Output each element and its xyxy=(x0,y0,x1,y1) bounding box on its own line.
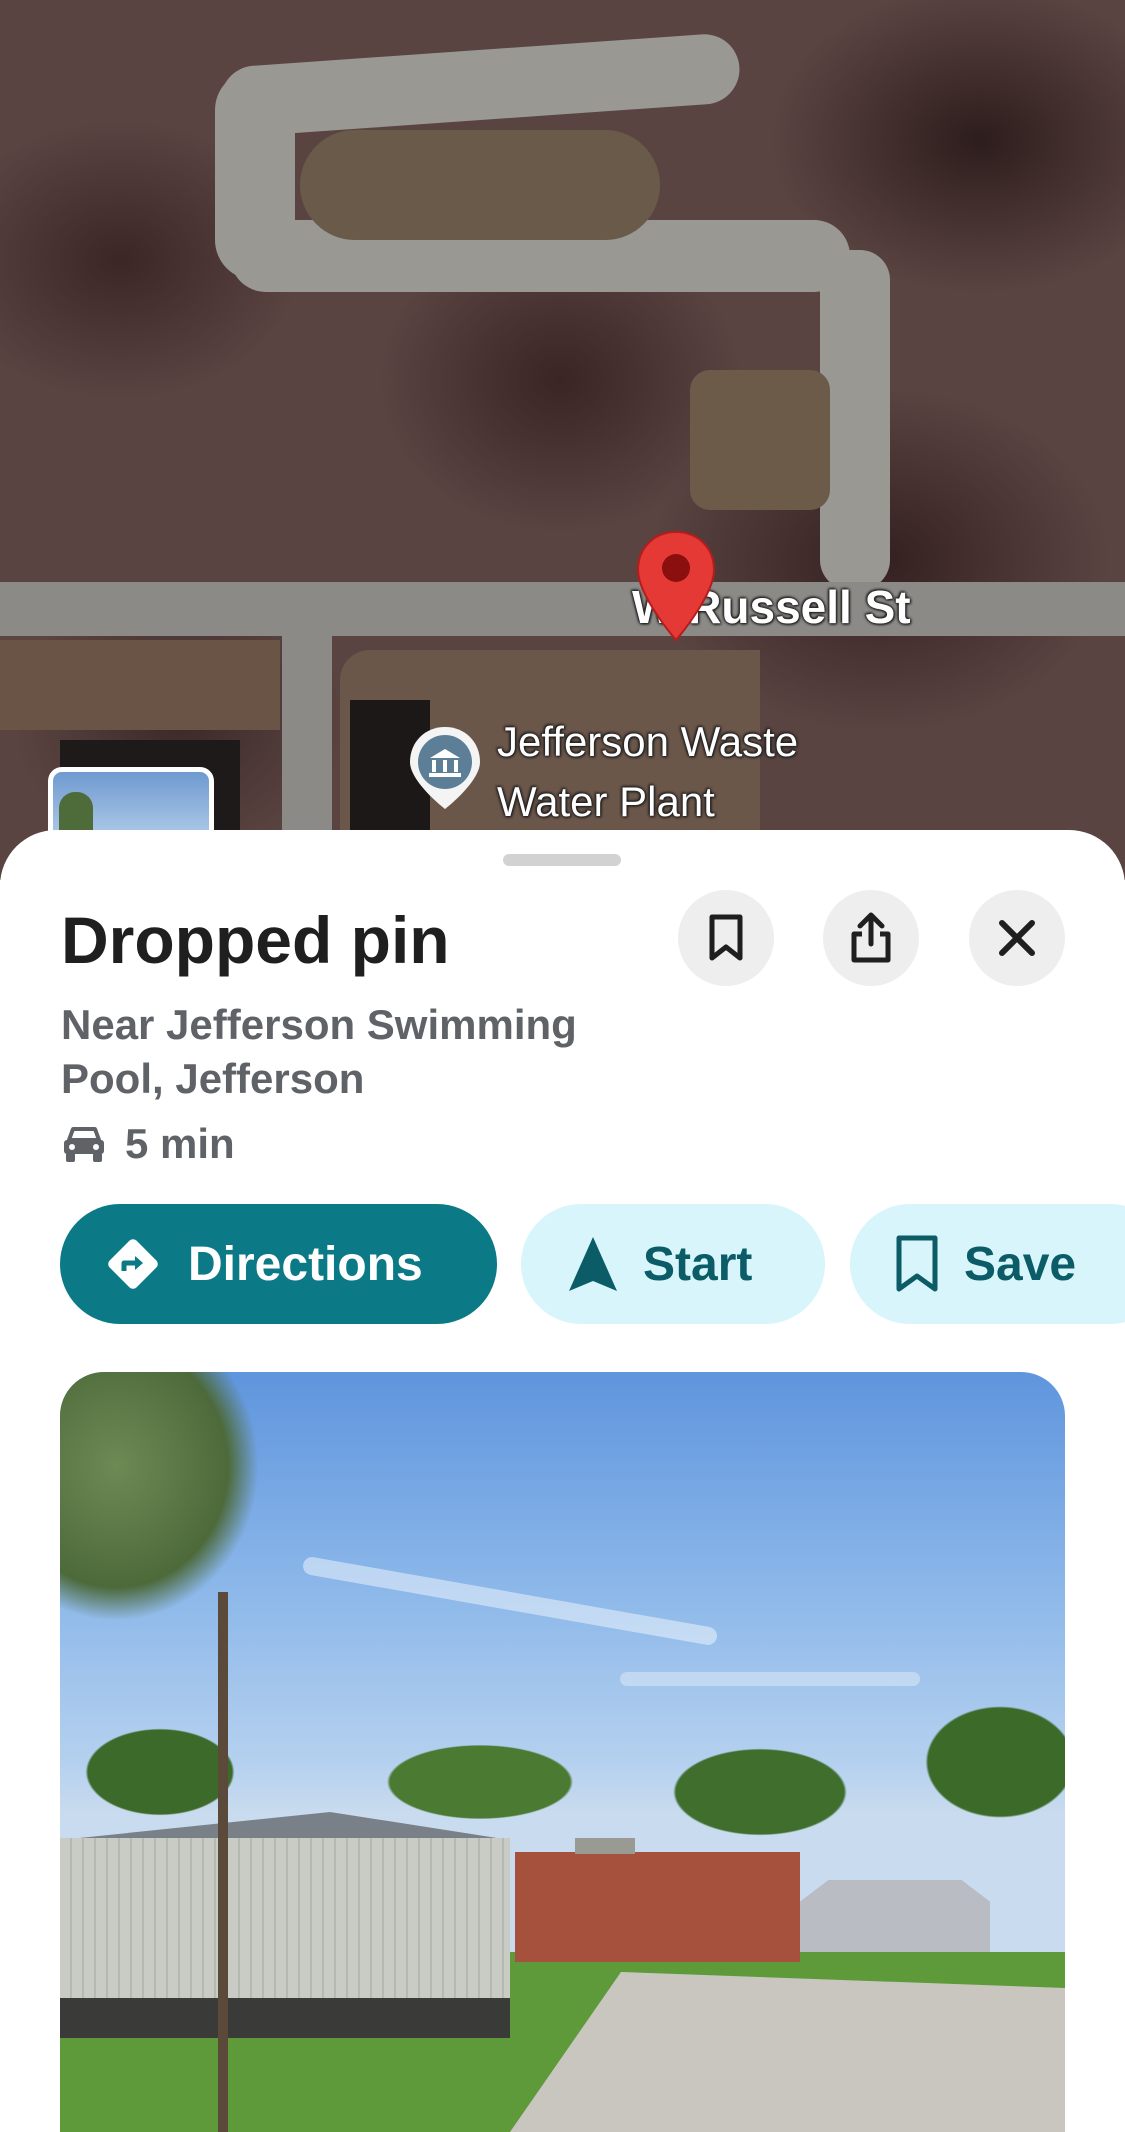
directions-icon xyxy=(108,1239,158,1289)
poi-label-line2: Water Plant xyxy=(497,778,715,825)
photo-barn xyxy=(60,1838,510,2008)
photo-barn-base xyxy=(60,1998,510,2038)
bookmark-icon xyxy=(896,1235,938,1292)
bookmark-button[interactable] xyxy=(678,890,774,986)
photo-treeline xyxy=(60,1702,1065,1842)
map-lawn xyxy=(690,370,830,510)
photo-utility-pole xyxy=(218,1592,228,2132)
photo-gray-building xyxy=(800,1880,990,1952)
photo-brick-building xyxy=(515,1852,800,1962)
eta-row: 5 min xyxy=(61,1120,235,1168)
place-subtitle: Near Jefferson Swimming Pool, Jefferson xyxy=(61,1001,577,1102)
start-button[interactable]: Start xyxy=(521,1204,825,1324)
map-road xyxy=(218,31,742,139)
close-icon xyxy=(999,920,1035,956)
map-lawn xyxy=(300,130,660,240)
map-lot xyxy=(0,640,280,730)
poi-label[interactable]: Jefferson Waste Water Plant xyxy=(497,712,798,832)
map-road xyxy=(820,250,890,590)
photo-cloud xyxy=(301,1555,719,1647)
share-button[interactable] xyxy=(823,890,919,986)
place-title: Dropped pin xyxy=(61,903,450,977)
close-button[interactable] xyxy=(969,890,1065,986)
photo-tree xyxy=(60,1372,260,1622)
satellite-map[interactable]: Jefferson Waste Water Plant W Russell St xyxy=(0,0,1125,880)
directions-label: Directions xyxy=(188,1237,423,1291)
poi-label-line1: Jefferson Waste xyxy=(497,718,799,765)
bookmark-icon xyxy=(709,914,743,961)
car-icon xyxy=(64,1127,104,1162)
red-location-pin-icon[interactable] xyxy=(636,530,716,642)
photo-cloud xyxy=(620,1672,920,1686)
directions-button[interactable]: Directions xyxy=(60,1204,497,1324)
photo-roof-unit xyxy=(575,1838,635,1854)
government-building-icon[interactable] xyxy=(408,725,482,811)
share-icon xyxy=(851,912,891,963)
drag-handle[interactable] xyxy=(503,854,621,866)
map-street xyxy=(0,582,1125,636)
navigation-arrow-icon xyxy=(569,1237,617,1291)
eta-text: 5 min xyxy=(125,1120,235,1167)
place-photo[interactable] xyxy=(60,1372,1065,2132)
start-label: Start xyxy=(643,1237,753,1291)
save-label: Save xyxy=(964,1237,1077,1291)
save-button[interactable]: Save xyxy=(850,1204,1125,1324)
place-sheet[interactable]: Dropped pin Near Jefferson Swimming Pool… xyxy=(0,830,1125,2132)
